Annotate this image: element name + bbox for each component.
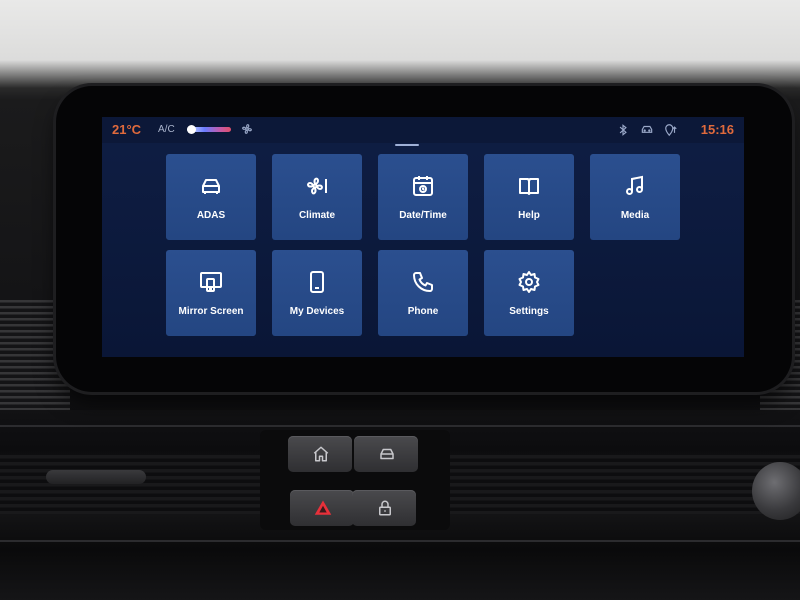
fan-icon[interactable] — [240, 122, 254, 136]
tile-phone[interactable]: Phone — [378, 250, 468, 336]
tile-label: Help — [518, 210, 540, 221]
car-connect-icon — [641, 125, 653, 133]
calendar-clock-icon — [413, 176, 433, 196]
dashboard-edge — [0, 540, 800, 542]
gear-icon — [518, 271, 540, 293]
tile-label: ADAS — [196, 210, 226, 221]
home-button[interactable] — [288, 436, 352, 472]
location-icon — [665, 124, 677, 137]
air-vent-handle — [46, 470, 146, 484]
mirror-screen-icon — [200, 272, 222, 292]
lock-icon — [379, 500, 391, 516]
tile-adas[interactable]: ADAS — [166, 154, 256, 240]
bluetooth-icon — [619, 124, 627, 136]
status-bar: 21°C A/C 15:16 — [102, 117, 744, 143]
tile-my-devices[interactable]: My Devices — [272, 250, 362, 336]
tile-settings[interactable]: Settings — [484, 250, 574, 336]
cabin-temperature[interactable]: 21°C — [112, 122, 141, 137]
tile-climate[interactable]: Climate — [272, 154, 362, 240]
fan-icon — [307, 177, 327, 195]
tile-label: Climate — [298, 210, 336, 221]
tile-help[interactable]: Help — [484, 154, 574, 240]
tile-mirror-screen[interactable]: Mirror Screen — [166, 250, 256, 336]
ac-label[interactable]: A/C — [158, 124, 175, 135]
dashboard-edge — [0, 425, 800, 427]
music-note-icon — [626, 175, 643, 195]
tile-label: Phone — [407, 306, 439, 317]
tile-media[interactable]: Media — [590, 154, 680, 240]
clock: 15:16 — [700, 122, 734, 137]
infotainment-screen: 21°C A/C 15:16 ADAS Climate Date/Time He… — [102, 117, 744, 357]
volume-knob[interactable] — [752, 462, 800, 520]
phone-handset-icon — [413, 272, 433, 292]
status-icons — [616, 123, 678, 137]
page-indicator — [395, 144, 419, 146]
home-icon — [313, 446, 329, 462]
tile-label: Date/Time — [399, 210, 447, 221]
phone-device-icon — [310, 271, 324, 293]
tile-label: Settings — [509, 306, 549, 317]
tile-label: Mirror Screen — [178, 306, 244, 317]
lock-button[interactable] — [352, 490, 416, 526]
vehicle-button[interactable] — [354, 436, 418, 472]
ac-slider-knob[interactable] — [187, 125, 196, 134]
car-icon — [380, 448, 394, 460]
tile-date-time[interactable]: Date/Time — [378, 154, 468, 240]
book-icon — [519, 178, 539, 195]
car-icon — [202, 179, 220, 194]
tile-label: My Devices — [289, 306, 345, 317]
hazard-button[interactable] — [290, 490, 354, 526]
tile-label: Media — [620, 210, 650, 221]
hazard-icon — [314, 500, 332, 515]
